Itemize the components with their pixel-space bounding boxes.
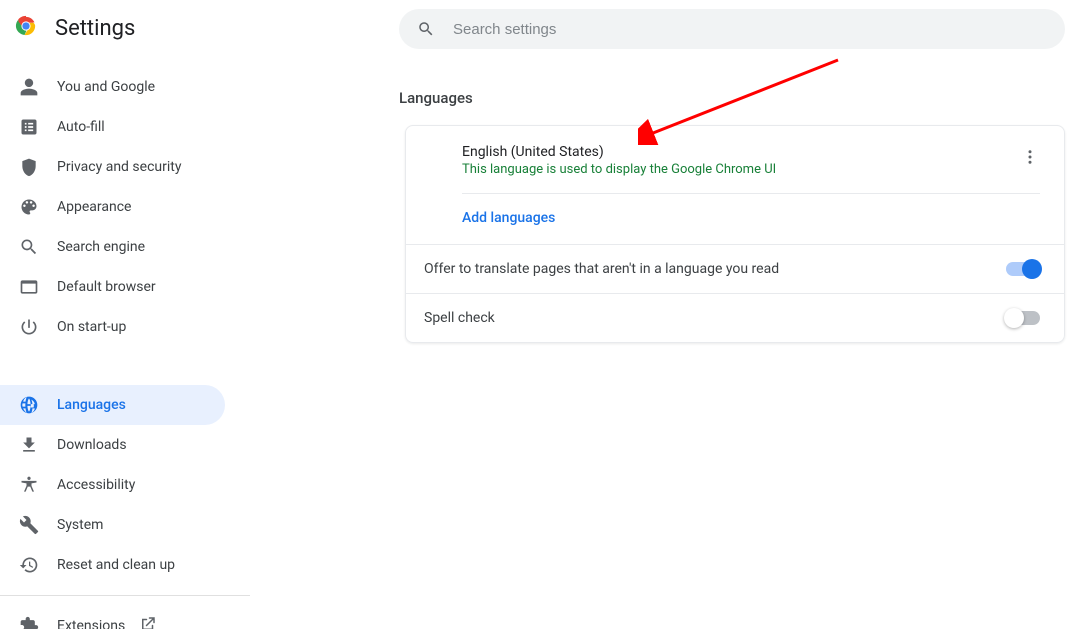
language-options-button[interactable] (1020, 149, 1040, 169)
sidebar-item-label: Search engine (57, 239, 145, 255)
translate-toggle[interactable] (1006, 262, 1040, 276)
spellcheck-label: Spell check (424, 310, 495, 326)
download-icon (19, 435, 39, 455)
search-icon (19, 237, 39, 257)
sidebar-item-extensions[interactable]: Extensions (0, 606, 250, 629)
accessibility-icon (19, 475, 39, 495)
spellcheck-toggle-row: Spell check (406, 294, 1064, 342)
sidebar-nav: You and Google Auto-fill Privacy and sec… (0, 59, 250, 629)
sidebar-item-you-and-google[interactable]: You and Google (0, 67, 250, 107)
search-input[interactable] (451, 20, 1047, 39)
sidebar-item-label: Languages (57, 397, 126, 413)
sidebar-item-label: Downloads (57, 437, 127, 453)
sidebar-item-system[interactable]: System (0, 505, 250, 545)
sidebar-item-autofill[interactable]: Auto-fill (0, 107, 250, 147)
search-icon (417, 20, 435, 38)
sidebar-item-label: Privacy and security (57, 159, 181, 175)
translate-label: Offer to translate pages that aren't in … (424, 261, 779, 277)
sidebar-item-reset[interactable]: Reset and clean up (0, 545, 250, 585)
chrome-logo-icon (15, 15, 37, 41)
globe-icon (19, 395, 39, 415)
sidebar-item-label: Extensions (57, 618, 125, 629)
sidebar-item-label: Accessibility (57, 477, 135, 493)
restore-icon (19, 555, 39, 575)
sidebar-item-label: You and Google (57, 79, 155, 95)
power-icon (19, 317, 39, 337)
sidebar-item-appearance[interactable]: Appearance (0, 187, 250, 227)
spellcheck-toggle[interactable] (1006, 311, 1040, 325)
sidebar-item-search-engine[interactable]: Search engine (0, 227, 250, 267)
sidebar-divider (0, 595, 250, 596)
autofill-icon (19, 117, 39, 137)
extension-icon (19, 616, 39, 629)
sidebar-item-label: Default browser (57, 279, 156, 295)
person-icon (19, 77, 39, 97)
search-bar[interactable] (399, 9, 1065, 49)
sidebar-item-label: Auto-fill (57, 119, 105, 135)
sidebar-item-languages[interactable]: Languages (0, 385, 225, 425)
more-vert-icon (1021, 148, 1039, 170)
primary-language-row[interactable]: English (United States) This language is… (406, 126, 1064, 193)
languages-card: English (United States) This language is… (405, 125, 1065, 343)
sidebar-item-on-startup[interactable]: On start-up (0, 307, 250, 347)
shield-icon (19, 157, 39, 177)
page-title: Settings (55, 16, 135, 41)
sidebar-item-default-browser[interactable]: Default browser (0, 267, 250, 307)
sidebar-item-privacy[interactable]: Privacy and security (0, 147, 250, 187)
browser-icon (19, 277, 39, 297)
sidebar-item-label: System (57, 517, 103, 533)
brand: Settings (0, 9, 250, 59)
main-content: Languages English (United States) This l… (250, 0, 1080, 629)
sidebar-item-label: Reset and clean up (57, 557, 175, 573)
section-title-languages: Languages (399, 89, 1080, 107)
add-languages-link[interactable]: Add languages (462, 210, 555, 226)
palette-icon (19, 197, 39, 217)
sidebar-item-accessibility[interactable]: Accessibility (0, 465, 250, 505)
sidebar-item-label: Appearance (57, 199, 131, 215)
translate-toggle-row: Offer to translate pages that aren't in … (406, 245, 1064, 293)
sidebar-item-label: On start-up (57, 319, 126, 335)
wrench-icon (19, 515, 39, 535)
external-link-icon (139, 615, 157, 629)
primary-language-name: English (United States) (462, 144, 1008, 160)
sidebar: Settings You and Google Auto-fill Privac… (0, 0, 250, 629)
sidebar-item-downloads[interactable]: Downloads (0, 425, 250, 465)
primary-language-note: This language is used to display the Goo… (462, 162, 1008, 177)
